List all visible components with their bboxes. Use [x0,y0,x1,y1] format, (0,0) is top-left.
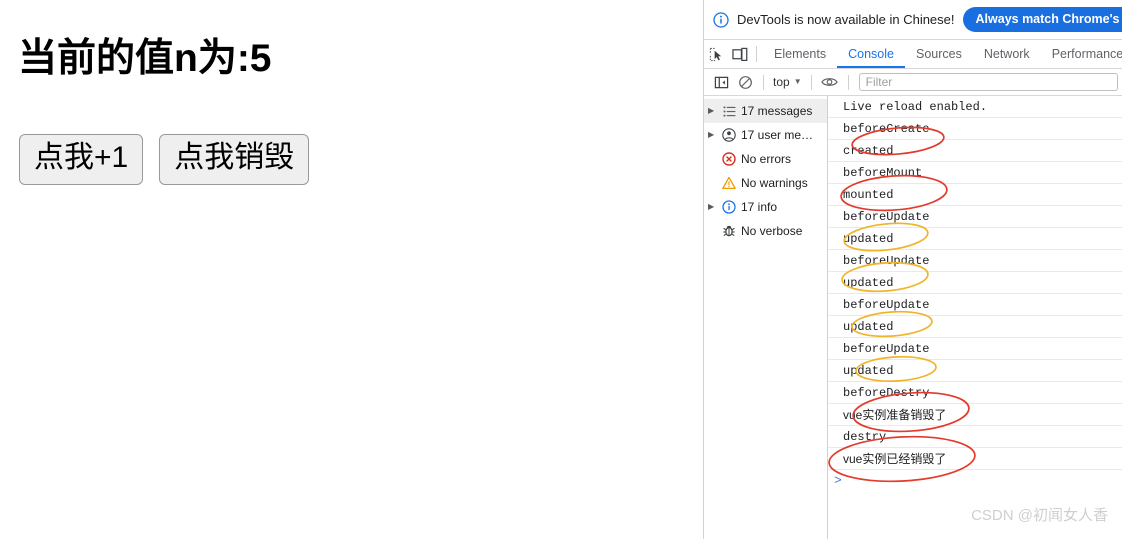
console-sidebar: ▶ 17 messages ▶ 17 user me… No errors No… [704,96,828,539]
console-message: vue实例准备销毁了 [828,404,1122,426]
verbose-bug-icon [720,224,738,238]
banner-message: DevTools is now available in Chinese! [737,12,955,27]
live-expression-eye-icon[interactable] [818,71,842,93]
page-button-group: 点我+1 点我销毁 [19,134,310,185]
inspect-element-icon[interactable] [704,43,728,65]
console-message: mounted [828,184,1122,206]
console-message: updated [828,272,1122,294]
console-message: created [828,140,1122,162]
devtools-tab-strip: Elements Console Sources Network Perform… [704,40,1122,69]
console-message: beforeMount [828,162,1122,184]
console-sidebar-toggle-icon[interactable] [709,71,733,93]
toolbar-divider [756,46,757,62]
rendered-page-pane: 当前的值n为:5 点我+1 点我销毁 [0,0,702,539]
console-message: vue实例已经销毁了 [828,448,1122,470]
console-message: beforeDestry [828,382,1122,404]
sidebar-item-label: 17 messages [741,104,813,118]
chevron-right-icon[interactable]: ▶ [708,131,720,139]
chevron-right-icon[interactable]: ▶ [708,203,720,211]
toolbar-divider [847,74,849,90]
sidebar-item-info[interactable]: ▶ 17 info [704,195,827,219]
info-icon [720,200,738,214]
tab-console[interactable]: Console [837,41,905,68]
sidebar-item-label: No warnings [741,176,808,190]
destroy-button[interactable]: 点我销毁 [159,134,310,185]
tab-performance[interactable]: Performance [1041,41,1122,68]
page-title: 当前的值n为:5 [18,37,272,80]
sidebar-item-messages[interactable]: ▶ 17 messages [704,99,827,123]
sidebar-item-label: 17 user me… [741,128,814,142]
console-message: updated [828,316,1122,338]
console-message: beforeUpdate [828,206,1122,228]
devtools-language-banner: DevTools is now available in Chinese! Al… [704,0,1122,40]
console-toolbar: top ▼ [704,69,1122,96]
increment-button[interactable]: 点我+1 [19,134,144,185]
error-icon [720,152,738,166]
sidebar-item-errors[interactable]: ▶ No errors [704,147,827,171]
chevron-down-icon: ▼ [793,77,802,86]
toolbar-divider [763,74,764,90]
devtools-panel: DevTools is now available in Chinese! Al… [703,0,1122,539]
console-message: beforeUpdate [828,338,1122,360]
console-message: beforeCreate [828,118,1122,140]
info-circle-icon [713,11,729,28]
sidebar-item-user-messages[interactable]: ▶ 17 user me… [704,123,827,147]
console-filter-input[interactable] [858,73,1118,91]
console-message: destry [828,426,1122,448]
console-message-list[interactable]: Live reload enabled. beforeCreate create… [828,96,1122,539]
sidebar-item-verbose[interactable]: ▶ No verbose [704,219,827,243]
console-message: updated [828,228,1122,250]
tab-network[interactable]: Network [973,41,1041,68]
toolbar-divider [810,74,812,90]
console-message: Live reload enabled. [828,96,1122,118]
tab-elements[interactable]: Elements [763,41,837,68]
sidebar-item-label: No errors [741,152,792,166]
list-icon [720,105,738,118]
sidebar-item-warnings[interactable]: ▶ No warnings [704,171,827,195]
console-message: beforeUpdate [828,250,1122,272]
sidebar-item-label: 17 info [741,200,778,214]
user-message-icon [720,128,738,142]
console-input-prompt[interactable]: > [828,470,1122,492]
sidebar-item-label: No verbose [741,224,803,238]
console-body: ▶ 17 messages ▶ 17 user me… No errors No… [704,96,1122,539]
execution-context-label: top [773,75,790,89]
chevron-right-icon[interactable]: ▶ [708,107,720,115]
execution-context-dropdown[interactable]: top ▼ [770,75,805,89]
console-message: beforeUpdate [828,294,1122,316]
console-message: updated [828,360,1122,382]
clear-console-icon[interactable] [733,71,757,93]
match-chrome-language-button[interactable]: Always match Chrome's language [962,7,1122,32]
csdn-watermark: CSDN @初闻女人香 [971,507,1108,524]
device-toolbar-icon[interactable] [728,43,752,65]
warning-icon [720,176,738,190]
tab-sources[interactable]: Sources [905,41,973,68]
